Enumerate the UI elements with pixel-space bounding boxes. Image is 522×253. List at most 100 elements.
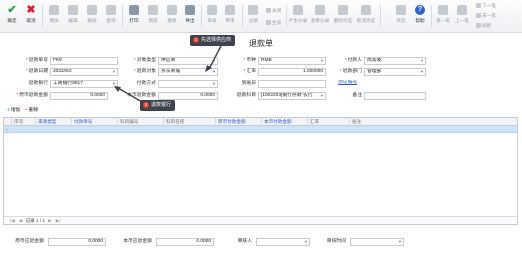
required-mark: *	[25, 58, 28, 63]
refund-dept-select[interactable]: 管理部 ▼	[364, 68, 426, 76]
grid-delete-button[interactable]: −删除	[25, 106, 38, 115]
col-account-code[interactable]: 科目编号	[118, 118, 164, 126]
arrival-date-field[interactable]	[258, 80, 326, 88]
tooltip-arrow-1	[205, 43, 223, 72]
add-button[interactable]: 增加	[45, 3, 63, 31]
add-icon	[49, 5, 59, 15]
help-icon: ?	[415, 5, 425, 15]
remark-field[interactable]	[364, 92, 426, 100]
orig-refund-amount-field[interactable]: 0.0000	[50, 92, 108, 100]
chevron-down-icon: ▼	[420, 69, 424, 74]
chevron-down-icon: ▼	[320, 93, 324, 98]
cancel-voucher-button[interactable]: 取消凭证	[356, 3, 376, 31]
col-seq[interactable]: 序次	[12, 118, 36, 126]
next-record-button[interactable]: 下一笔	[476, 3, 496, 9]
col-remark[interactable]: 备注	[350, 118, 517, 126]
pager-last-icon[interactable]: ▶|	[56, 218, 61, 223]
edit-icon	[68, 5, 78, 15]
close-icon: ✖	[26, 4, 36, 16]
chevron-down-icon: ▼	[320, 58, 324, 63]
refund-account-label: 退款科目	[236, 93, 256, 98]
close-doc-button[interactable]: 关闭	[266, 8, 281, 14]
main-toolbar: ✔ 确定 ✖ 取消 增加 编辑 删除 查询 打印 预览 模板 导出 审核 弃审 注销…	[0, 0, 522, 33]
col-account-name[interactable]: 科目名称	[164, 118, 216, 126]
step-badge: 2	[143, 102, 149, 108]
refund-no-field[interactable]: FKE	[50, 57, 118, 65]
col-source-type[interactable]: 来源类型	[36, 118, 72, 126]
unapprove-button[interactable]: 弃审	[221, 3, 239, 31]
summary-footer: 原币应退金额 0.0000 本币应退金额 0.0000 审核人 ▼ 审核时间 ▼	[0, 236, 522, 248]
cancel-button[interactable]: ✖ 取消	[22, 3, 40, 31]
cancel-doc-icon	[248, 5, 258, 15]
view-entry-button[interactable]: 查看分录	[310, 3, 330, 31]
local-refund-amount-field[interactable]: 0.0000	[158, 92, 218, 100]
refund-account-select[interactable]: [1002203]银行存款-农行 ▼	[258, 92, 326, 100]
query-button[interactable]: 查询	[102, 3, 120, 31]
col-local-amount[interactable]: 本币付款金额	[262, 118, 308, 126]
first-icon	[438, 5, 448, 15]
next-icon	[476, 3, 481, 8]
last-icon	[476, 13, 481, 18]
first-record-button[interactable]: 第一笔	[434, 3, 452, 31]
edit-button[interactable]: 编辑	[64, 3, 82, 31]
delete-voucher-button[interactable]: 删除凭证	[333, 3, 353, 31]
orig-due-label: 原币应退金额	[15, 239, 44, 244]
prev-record-button[interactable]: 上一笔	[453, 3, 471, 31]
view-entry-icon	[315, 5, 325, 15]
help-button[interactable]: ? 帮助	[411, 3, 429, 31]
chevron-down-icon: ▼	[420, 58, 424, 63]
print-icon	[129, 5, 139, 15]
approver-field: ▼	[256, 238, 310, 246]
export-icon	[185, 5, 195, 15]
print-button[interactable]: 打印	[125, 3, 143, 31]
object-type-label: *对象类型	[133, 58, 156, 63]
approve-time-field: ▼	[350, 238, 404, 246]
currency-select[interactable]: RMB ▼	[258, 57, 326, 65]
refund-bank-label: 退款银行	[28, 81, 48, 86]
payer-label: *付款人	[344, 58, 362, 63]
payer-select[interactable]: 周润发 ▼	[364, 57, 426, 65]
chevron-down-icon: ▼	[304, 239, 308, 244]
export-button[interactable]: 导出	[181, 3, 199, 31]
grid-header: 序次 来源类型 付款单号 科目编号 科目名称 原币付款金额 本币付款金额 汇率 …	[4, 118, 517, 126]
grid-add-button[interactable]: +增加	[7, 106, 20, 115]
prev-icon	[457, 5, 467, 15]
status-button[interactable]: 状态	[392, 3, 410, 31]
pager-next-icon[interactable]: ▶	[48, 218, 52, 223]
approve-button[interactable]: 审核	[203, 3, 221, 31]
template-button[interactable]: 模板	[163, 3, 181, 31]
delete-voucher-icon	[338, 5, 348, 15]
table-row[interactable]: ›	[4, 126, 517, 133]
orig-refund-amount-label: *原币退款金额	[16, 93, 48, 98]
payment-method-select[interactable]: ▼	[158, 80, 218, 88]
pager-first-icon[interactable]: |◀	[10, 218, 15, 223]
col-payment-no[interactable]: 付款单号	[72, 118, 118, 126]
col-rate[interactable]: 汇率	[308, 118, 350, 126]
toolbar-divider	[201, 5, 202, 27]
preview-button[interactable]: 预览	[144, 3, 162, 31]
toolbar-divider	[42, 5, 43, 27]
last-record-button[interactable]: 末一笔	[476, 13, 496, 19]
step-badge: 1	[193, 37, 199, 43]
refund-date-label: *退款日期	[25, 69, 48, 74]
tooltip-select-supplier: 1 先选择供应商	[190, 35, 236, 46]
grid-toolbar: +增加 −删除	[3, 106, 518, 115]
page-title: 退款单	[249, 39, 273, 48]
delete-button[interactable]: 删除	[83, 3, 101, 31]
toolbar-divider	[431, 5, 432, 27]
refresh-button[interactable]: 刷新	[476, 23, 491, 29]
pager-prev-icon[interactable]: ◀	[19, 218, 23, 223]
tooltip-refund-bank: 2 退款银行	[140, 100, 176, 111]
activate-button[interactable]: 生效	[266, 20, 281, 26]
source-doc-link[interactable]: 源记编号	[336, 80, 376, 88]
confirm-button[interactable]: ✔ 确定	[3, 3, 21, 31]
chevron-down-icon: ▼	[212, 81, 216, 86]
exchange-rate-field[interactable]: 1.000000	[258, 68, 326, 76]
refund-bank-select[interactable]: 工商银行8817 ▼	[50, 80, 118, 88]
refund-no-label: *退款单号	[25, 58, 48, 63]
col-orig-amount[interactable]: 原币付款金额	[216, 118, 262, 126]
void-button[interactable]: 注销	[244, 3, 262, 31]
chevron-down-icon: ▼	[112, 69, 116, 74]
generate-entry-button[interactable]: 产生分录	[288, 3, 308, 31]
refund-date-field[interactable]: 2022/9/2 ▼	[50, 68, 118, 76]
